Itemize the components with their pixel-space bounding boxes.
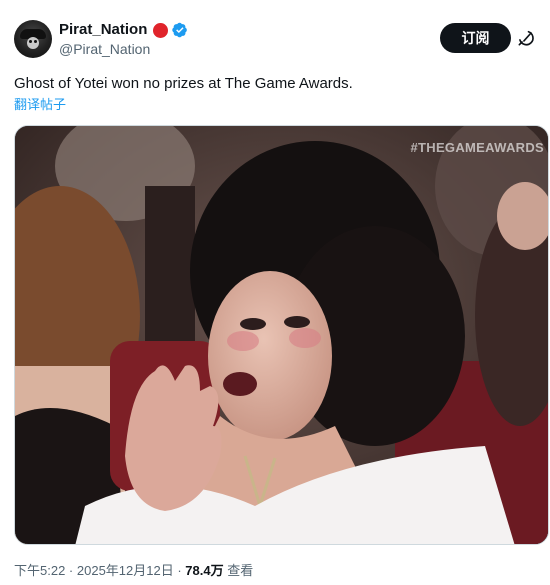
tweet-image[interactable]: #THEGAMEAWARDS [14,125,549,545]
tweet-text: Ghost of Yotei won no prizes at The Game… [14,75,353,92]
post-time[interactable]: 下午5:22 [14,563,65,578]
photo-scene [15,126,548,544]
avatar[interactable] [14,20,52,58]
separator: · [173,563,186,578]
views-label: 查看 [223,563,254,578]
grok-icon[interactable] [516,28,536,48]
name-row: Pirat_Nation [59,21,188,39]
tweet-header: Pirat_Nation @Pirat_Nation 订阅 [14,18,536,62]
watermark: #THEGAMEAWARDS [410,140,544,155]
display-name[interactable]: Pirat_Nation [59,21,147,39]
tweet-meta: 下午5:22 · 2025年12月12日 · 78.4万 查看 [14,563,253,579]
view-count: 78.4万 [185,563,224,578]
post-date[interactable]: 2025年12月12日 [77,563,174,578]
translate-link[interactable]: 翻译帖子 [14,97,66,113]
red-badge-icon [153,22,169,38]
separator: · [65,563,77,578]
handle[interactable]: @Pirat_Nation [59,41,150,58]
subscribe-button[interactable]: 订阅 [440,23,511,53]
verified-badge-icon [172,22,188,38]
